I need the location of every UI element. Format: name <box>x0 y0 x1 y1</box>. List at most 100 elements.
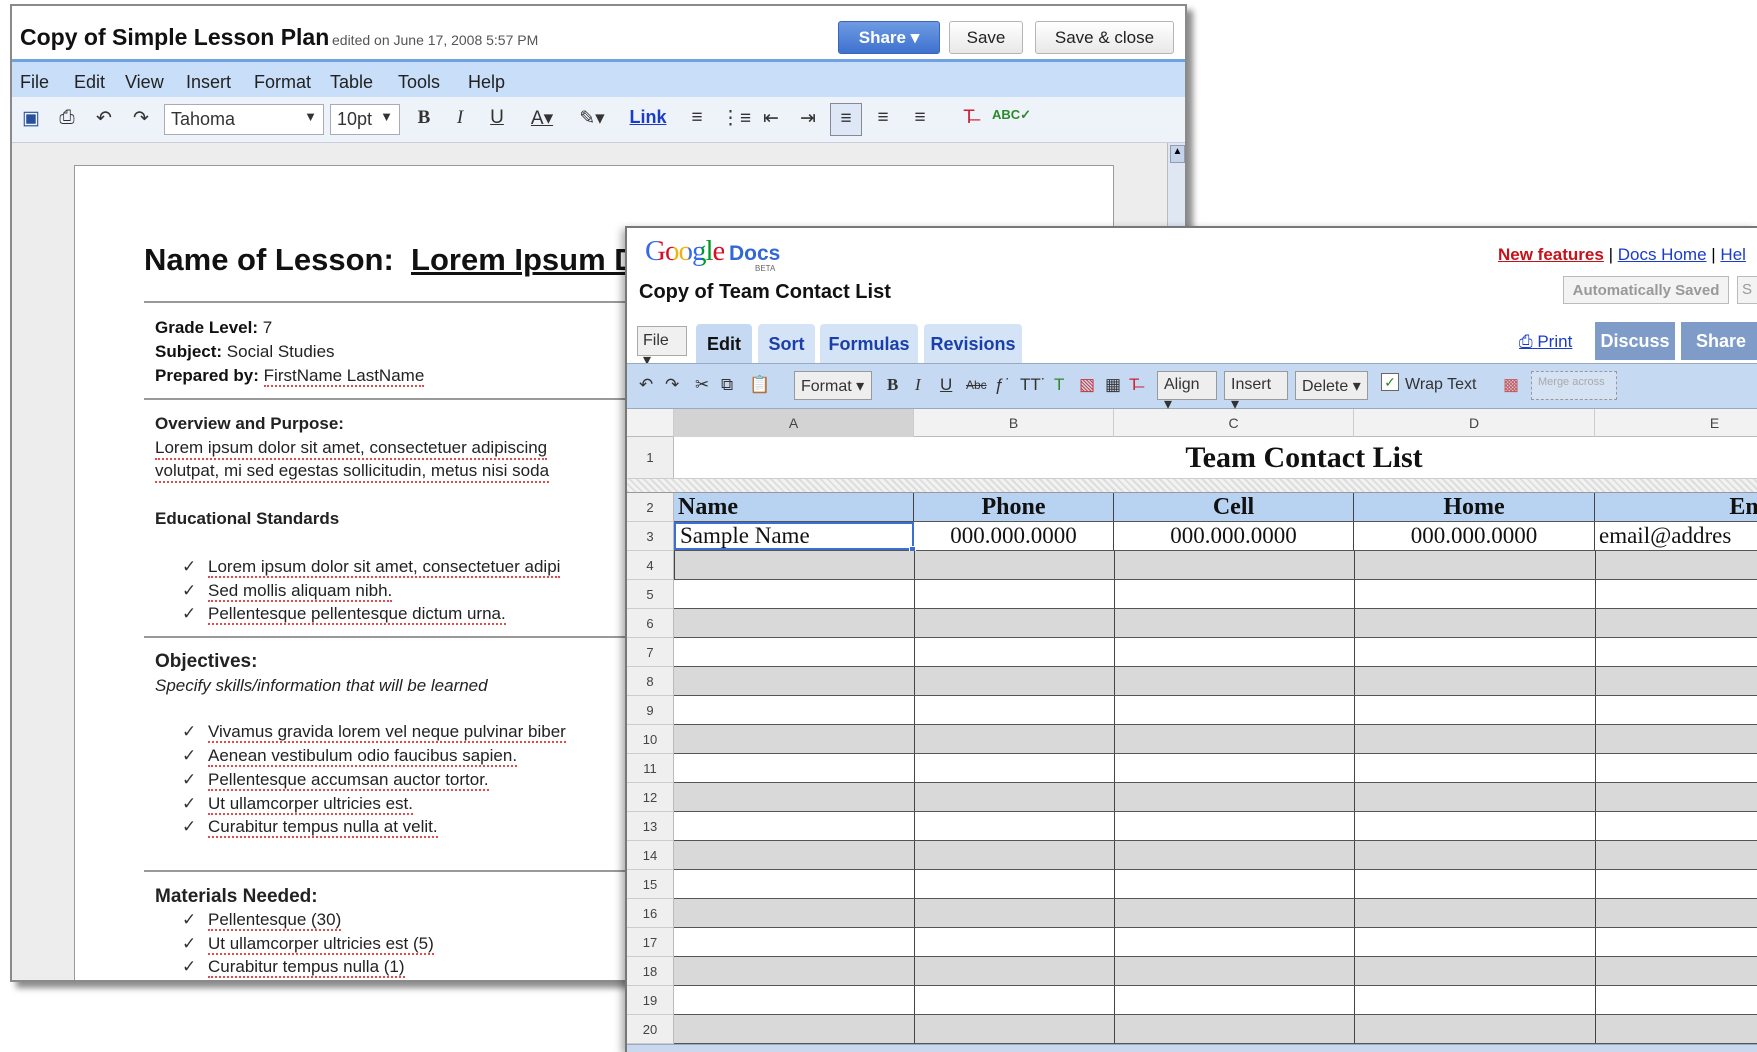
table-row[interactable] <box>674 609 1757 638</box>
save-button[interactable]: S <box>1737 276 1757 304</box>
row-header[interactable]: 11 <box>627 754 674 783</box>
save-close-button[interactable]: Save & close <box>1035 21 1174 54</box>
header-cell-name[interactable]: Name <box>674 493 914 521</box>
data-cell-phone[interactable]: 000.000.0000 <box>914 522 1114 550</box>
header-cell-cell[interactable]: Cell <box>1114 493 1354 521</box>
cut-icon[interactable]: ✂ <box>695 375 709 395</box>
table-row[interactable] <box>674 986 1757 1015</box>
share-button[interactable]: Share ▾ <box>838 21 940 54</box>
table-row[interactable] <box>674 754 1757 783</box>
row-header[interactable]: 14 <box>627 841 674 870</box>
underline-icon[interactable]: U <box>484 107 510 129</box>
row-header[interactable]: 12 <box>627 783 674 812</box>
italic-icon[interactable]: I <box>447 107 473 129</box>
italic-icon[interactable]: I <box>915 375 921 395</box>
table-row[interactable] <box>674 638 1757 667</box>
column-header-e[interactable]: E <box>1595 409 1757 437</box>
discuss-button[interactable]: Discuss <box>1595 322 1675 360</box>
row-header[interactable]: 16 <box>627 899 674 928</box>
docs-home-link[interactable]: Docs Home <box>1618 245 1707 264</box>
save-icon[interactable]: ▣ <box>18 107 44 130</box>
text-color-icon[interactable]: A▾ <box>522 107 562 130</box>
row-header[interactable]: 7 <box>627 638 674 667</box>
spellcheck-icon[interactable]: ABC✓ <box>992 107 1031 123</box>
table-row[interactable] <box>674 957 1757 986</box>
highlight-icon[interactable]: ✎▾ <box>572 107 612 130</box>
row-header[interactable]: 5 <box>627 580 674 609</box>
row-header[interactable]: 17 <box>627 928 674 957</box>
align-right-icon[interactable]: ≡ <box>907 107 933 129</box>
table-row[interactable] <box>674 783 1757 812</box>
tab-formulas[interactable]: Formulas <box>820 324 918 364</box>
paste-icon[interactable]: 📋 <box>749 375 770 395</box>
undo-icon[interactable]: ↶ <box>639 375 653 395</box>
row-header[interactable]: 9 <box>627 696 674 725</box>
table-row[interactable] <box>674 899 1757 928</box>
row-header[interactable]: 19 <box>627 986 674 1015</box>
underline-icon[interactable]: U <box>940 375 952 395</box>
column-header-c[interactable]: C <box>1114 409 1354 437</box>
row-header[interactable]: 15 <box>627 870 674 899</box>
font-size-icon[interactable]: TT˙ <box>1020 375 1046 395</box>
table-row[interactable] <box>674 667 1757 696</box>
tab-edit[interactable]: Edit <box>696 324 752 364</box>
file-menu-button[interactable]: File ▾ <box>637 326 687 369</box>
row-header[interactable]: 18 <box>627 957 674 986</box>
format-dropdown[interactable]: Format ▾ <box>794 371 872 400</box>
header-cell-email[interactable]: Emai <box>1595 493 1757 521</box>
delete-dropdown[interactable]: Delete ▾ <box>1295 371 1368 400</box>
clear-format-icon[interactable]: T̶ <box>1129 375 1139 395</box>
new-features-link[interactable]: New features <box>1498 245 1604 264</box>
menu-help[interactable]: Help <box>468 72 505 93</box>
data-cell-name[interactable]: Sample Name <box>674 522 914 550</box>
menu-insert[interactable]: Insert <box>186 72 231 93</box>
table-row[interactable] <box>674 696 1757 725</box>
background-color-icon[interactable]: ▧ <box>1079 375 1095 395</box>
menu-view[interactable]: View <box>125 72 164 93</box>
redo-icon[interactable]: ↷ <box>128 107 154 130</box>
table-row[interactable] <box>674 725 1757 754</box>
row-header[interactable]: 4 <box>627 551 674 580</box>
indent-icon[interactable]: ⇥ <box>795 107 821 130</box>
table-row[interactable] <box>674 928 1757 957</box>
borders-icon[interactable]: ▦ <box>1105 375 1121 395</box>
menu-edit[interactable]: Edit <box>74 72 105 93</box>
row-header[interactable]: 10 <box>627 725 674 754</box>
link-button[interactable]: Link <box>628 107 668 128</box>
tab-revisions[interactable]: Revisions <box>924 324 1022 364</box>
corner-cell[interactable] <box>627 409 674 437</box>
help-link[interactable]: Hel <box>1720 245 1746 264</box>
font-size-select[interactable]: 10pt ▼ <box>330 104 400 135</box>
insert-dropdown[interactable]: Insert ▾ <box>1224 371 1288 413</box>
align-dropdown[interactable]: Align ▾ <box>1157 371 1217 413</box>
print-link[interactable]: ⎙ Print <box>1519 332 1572 352</box>
bold-icon[interactable]: B <box>887 375 898 395</box>
table-row[interactable] <box>674 841 1757 870</box>
chart-icon[interactable]: ▩ <box>1503 375 1519 395</box>
align-left-icon[interactable]: ≡ <box>830 103 862 136</box>
share-button[interactable]: Share <box>1681 322 1757 360</box>
undo-icon[interactable]: ↶ <box>91 107 117 130</box>
print-icon[interactable]: ⎙ <box>54 107 80 129</box>
numbered-list-icon[interactable]: ≡ <box>684 107 710 129</box>
data-cell-home[interactable]: 000.000.0000 <box>1354 522 1595 550</box>
font-family-select[interactable]: Tahoma ▼ <box>164 104 324 135</box>
row-header[interactable]: 3 <box>627 522 674 551</box>
table-row[interactable] <box>674 812 1757 841</box>
align-center-icon[interactable]: ≡ <box>870 107 896 129</box>
frozen-row-divider[interactable] <box>627 479 1757 493</box>
row-header[interactable]: 20 <box>627 1015 674 1044</box>
row-header[interactable]: 6 <box>627 609 674 638</box>
table-row[interactable] <box>674 1015 1757 1044</box>
bold-icon[interactable]: B <box>411 107 437 129</box>
column-header-b[interactable]: B <box>914 409 1114 437</box>
scroll-up-icon[interactable]: ▲ <box>1170 145 1185 163</box>
row-header[interactable]: 8 <box>627 667 674 696</box>
menu-format[interactable]: Format <box>254 72 311 93</box>
menu-file[interactable]: File <box>20 72 49 93</box>
column-header-d[interactable]: D <box>1354 409 1595 437</box>
strikethrough-icon[interactable]: Abc <box>966 378 987 392</box>
tab-sort[interactable]: Sort <box>758 324 815 364</box>
save-button[interactable]: Save <box>949 21 1023 54</box>
data-cell-cell[interactable]: 000.000.0000 <box>1114 522 1354 550</box>
